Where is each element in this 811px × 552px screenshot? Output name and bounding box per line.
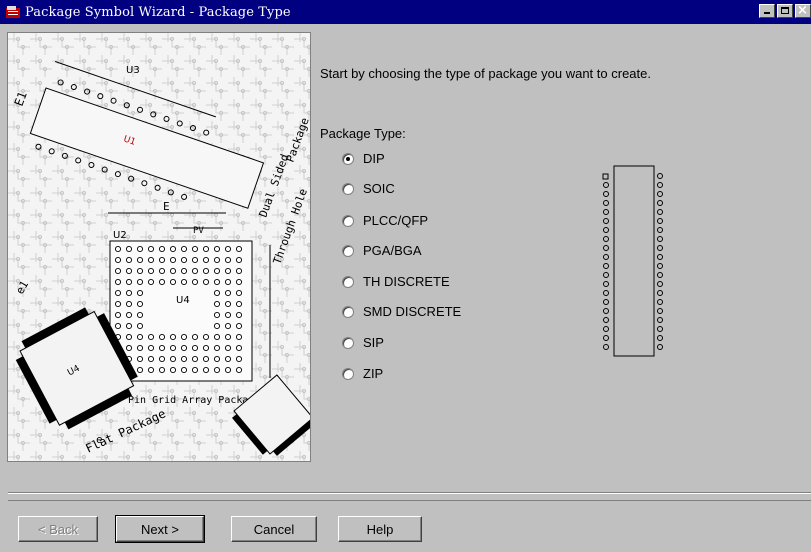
- next-button[interactable]: Next >: [115, 515, 205, 543]
- maximize-icon: [781, 7, 789, 14]
- radio-button[interactable]: [342, 305, 354, 318]
- radio-label: PLCC/QFP: [363, 213, 429, 228]
- svg-text:e: e: [96, 433, 103, 446]
- radio-button[interactable]: [342, 182, 354, 195]
- radio-label: SOIC: [363, 181, 395, 196]
- title-bar: Package Symbol Wizard - Package Type ×: [0, 0, 811, 24]
- svg-text:U2: U2: [113, 230, 127, 241]
- package-illustration: U1 E1 U3 Dual Sided Package Through Hole…: [7, 32, 311, 462]
- radio-button[interactable]: [342, 244, 354, 257]
- radio-button[interactable]: [342, 214, 354, 227]
- dip-preview: [602, 165, 663, 357]
- radio-dot-icon: [346, 156, 350, 161]
- svg-text:U3: U3: [126, 65, 140, 76]
- radio-sip[interactable]: SIP: [342, 335, 384, 350]
- app-icon: [6, 6, 20, 18]
- radio-plcc-qfp[interactable]: PLCC/QFP: [342, 213, 428, 228]
- radio-button[interactable]: [342, 367, 354, 380]
- radio-label: DIP: [363, 151, 385, 166]
- radio-pga-bga[interactable]: PGA/BGA: [342, 243, 422, 258]
- radio-th-discrete[interactable]: TH DISCRETE: [342, 274, 450, 289]
- window-title: Package Symbol Wizard - Package Type: [25, 4, 291, 20]
- svg-text:U4: U4: [176, 295, 190, 306]
- radio-label: SMD DISCRETE: [363, 304, 462, 319]
- separator: [8, 494, 811, 501]
- radio-label: SIP: [363, 335, 384, 350]
- radio-label: PGA/BGA: [363, 243, 422, 258]
- maximize-button[interactable]: [777, 4, 793, 18]
- svg-text:Pin Grid Array Package: Pin Grid Array Package: [128, 395, 260, 406]
- minimize-icon: [764, 12, 770, 14]
- radio-zip[interactable]: ZIP: [342, 366, 383, 381]
- radio-smd-discrete[interactable]: SMD DISCRETE: [342, 304, 461, 319]
- instruction-text: Start by choosing the type of package yo…: [320, 66, 651, 81]
- radio-label: TH DISCRETE: [363, 274, 450, 289]
- svg-text:PV: PV: [193, 226, 204, 236]
- radio-soic[interactable]: SOIC: [342, 181, 395, 196]
- radio-label: ZIP: [363, 366, 384, 381]
- radio-button[interactable]: [342, 336, 354, 349]
- radio-dip[interactable]: DIP: [342, 151, 385, 166]
- radio-button-checked[interactable]: [342, 152, 354, 165]
- package-illustration-drawing: U1 E1 U3 Dual Sided Package Through Hole…: [8, 33, 310, 461]
- package-type-label: Package Type:: [320, 126, 406, 141]
- help-button[interactable]: Help: [338, 516, 422, 542]
- radio-button[interactable]: [342, 275, 354, 288]
- back-button[interactable]: < Back: [18, 516, 98, 542]
- cancel-button[interactable]: Cancel: [231, 516, 317, 542]
- close-icon: ×: [797, 3, 808, 18]
- close-button[interactable]: ×: [795, 3, 811, 18]
- svg-text:E: E: [163, 200, 170, 213]
- minimize-button[interactable]: [759, 4, 775, 18]
